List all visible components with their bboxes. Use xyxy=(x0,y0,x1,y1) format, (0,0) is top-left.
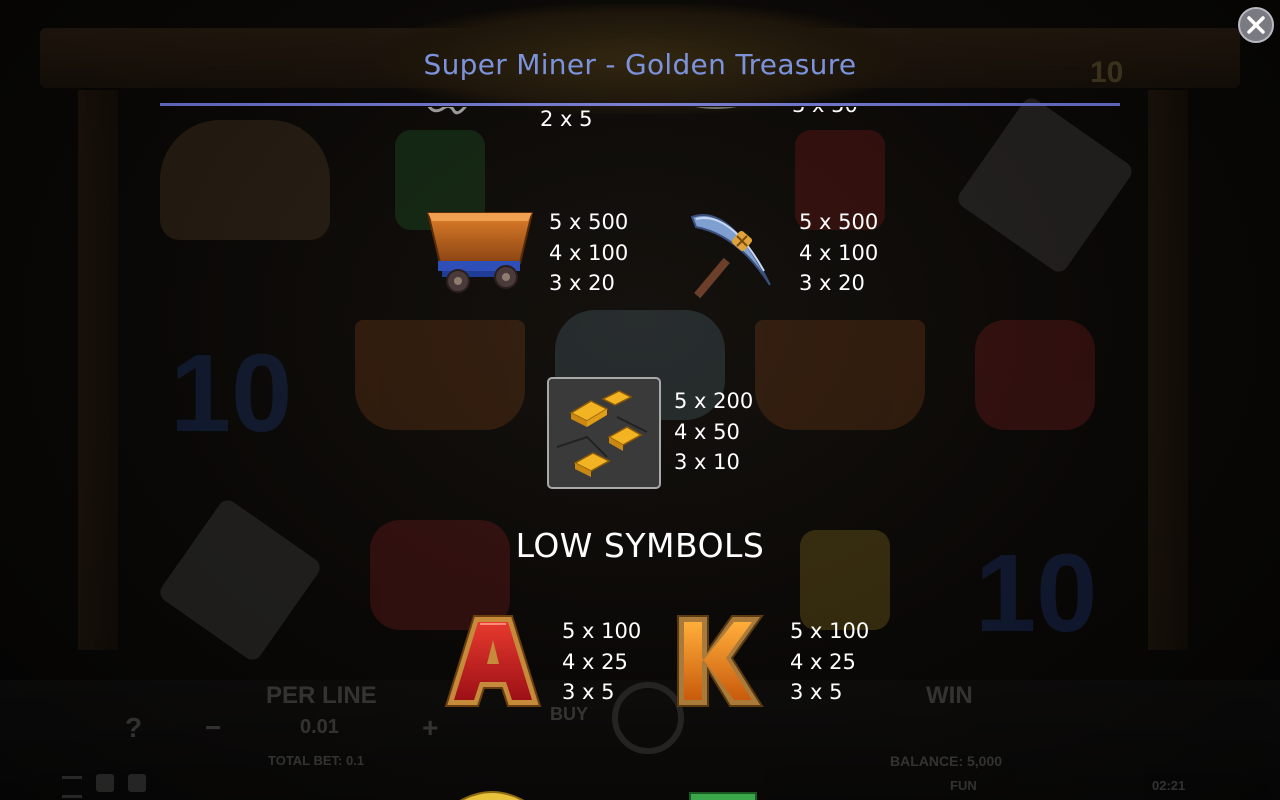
payout-line: 3 x 10 xyxy=(674,450,740,474)
payout-line: 3 x 5 xyxy=(790,680,843,704)
payout-line: 5 x 500 xyxy=(799,210,879,234)
payout-line: 3 x 20 xyxy=(549,271,615,295)
header-divider xyxy=(160,103,1120,106)
mine-cart-icon xyxy=(426,212,534,293)
low-symbols-heading: LOW SYMBOLS xyxy=(515,526,765,565)
letter-k-payouts: 5 x 100 4 x 25 3 x 5 xyxy=(790,616,869,708)
payout-line: 3 x 20 xyxy=(799,271,865,295)
payout-line: 3 x 5 xyxy=(562,680,615,704)
close-icon xyxy=(1247,16,1265,34)
payout-line: 5 x 100 xyxy=(790,619,870,643)
letter-k-icon xyxy=(677,615,764,707)
payout-line: 5 x 500 xyxy=(549,210,629,234)
payout-line: 4 x 25 xyxy=(562,649,628,674)
letter-a-icon xyxy=(444,615,542,707)
rope-icon xyxy=(427,107,467,115)
letter-q-icon xyxy=(459,791,525,800)
partial-payout-right: 3 x 50 xyxy=(792,107,858,121)
letter-a-payouts: 5 x 100 4 x 25 3 x 5 xyxy=(562,616,641,708)
payout-line: 4 x 100 xyxy=(799,240,879,265)
pickaxe-payouts: 5 x 500 4 x 100 3 x 20 xyxy=(799,207,878,299)
partial-symbol-icon xyxy=(695,107,737,109)
payout-line: 5 x 200 xyxy=(674,389,754,413)
paytable-title: Super Miner - Golden Treasure xyxy=(423,48,857,81)
payout-line: 5 x 100 xyxy=(562,619,642,643)
gold-bars-payouts: 5 x 200 4 x 50 3 x 10 xyxy=(674,386,753,478)
pickaxe-icon xyxy=(690,214,771,299)
partial-payout-left: 2 x 5 xyxy=(540,107,593,131)
payout-line: 4 x 25 xyxy=(790,649,856,674)
payout-line: 4 x 50 xyxy=(674,419,740,444)
close-button[interactable] xyxy=(1238,7,1274,43)
mine-cart-payouts: 5 x 500 4 x 100 3 x 20 xyxy=(549,207,628,299)
gold-bars-icon xyxy=(547,377,661,489)
paytable-scroll-area[interactable]: 2 x 5 3 x 50 5 xyxy=(0,107,1280,800)
paytable-screen: 10 10 PER LINE 0.01 ? − + BUY WIN TOTAL … xyxy=(0,0,1280,800)
payout-line: 4 x 100 xyxy=(549,240,629,265)
letter-j-icon xyxy=(689,792,757,800)
